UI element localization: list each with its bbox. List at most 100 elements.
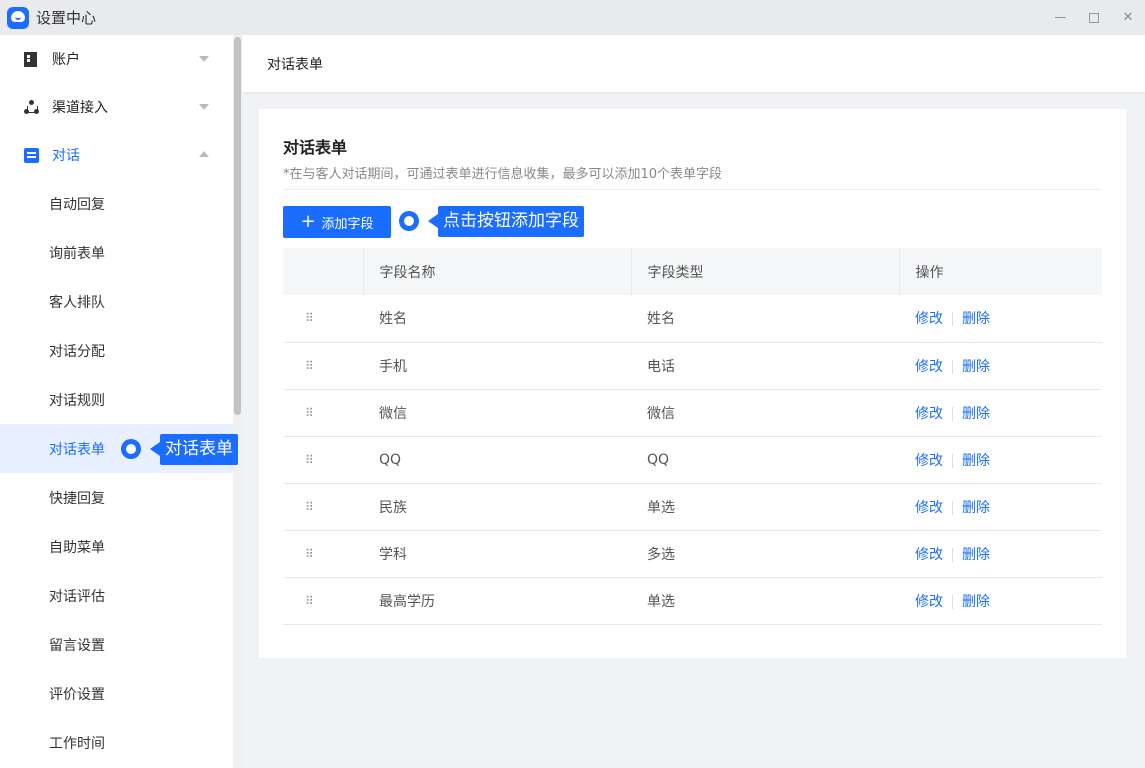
- add-field-label: 添加字段: [321, 216, 374, 232]
- window-controls: ✕: [1043, 0, 1145, 35]
- sidebar: 账户 渠道接入 对话 自动回复 询前表单 客人排队 对话分配 对话规则 对话表单…: [0, 35, 242, 768]
- plus-icon: +: [300, 211, 316, 232]
- drag-handle-icon[interactable]: ⠿: [283, 295, 363, 343]
- tip-marker-icon: [121, 439, 141, 459]
- field-type: 单选: [631, 483, 899, 531]
- drag-handle-icon[interactable]: ⠿: [283, 530, 363, 578]
- edit-link[interactable]: 修改: [915, 547, 943, 563]
- field-type: 姓名: [631, 295, 899, 343]
- row-actions: 修改 删除: [899, 483, 1102, 531]
- delete-link[interactable]: 删除: [962, 453, 990, 469]
- minimize-button[interactable]: [1043, 0, 1077, 35]
- field-name: QQ: [363, 436, 631, 484]
- sidebar-item-label: 对话规则: [49, 393, 105, 409]
- window-title: 设置中心: [36, 9, 97, 27]
- table-row: ⠿ QQ QQ 修改 删除: [283, 436, 1102, 484]
- action-separator: [952, 453, 953, 468]
- delete-link[interactable]: 删除: [962, 594, 990, 610]
- sidebar-group-chat[interactable]: 对话: [0, 131, 233, 179]
- maximize-icon: [1089, 12, 1099, 23]
- add-field-button[interactable]: + 添加字段: [283, 206, 391, 238]
- edit-link[interactable]: 修改: [915, 359, 943, 375]
- fields-table: 字段名称 字段类型 操作 ⠿ 姓名 姓名 修改 删除 ⠿ 手机 电话 修改 删除 ⠿…: [283, 248, 1102, 625]
- tip-marker-icon: [399, 211, 419, 231]
- sidebar-item-quick-reply[interactable]: 快捷回复: [0, 473, 233, 522]
- minimize-icon: [1054, 17, 1066, 18]
- sidebar-item-label: 客人排队: [49, 295, 105, 311]
- table-row: ⠿ 学科 多选 修改 删除: [283, 530, 1102, 578]
- table-row: ⠿ 姓名 姓名 修改 删除: [283, 295, 1102, 343]
- field-name: 微信: [363, 389, 631, 437]
- sidebar-item-label: 评价设置: [49, 687, 105, 703]
- sidebar-item-label: 对话评估: [49, 589, 105, 605]
- sidebar-item-message-settings[interactable]: 留言设置: [0, 620, 233, 669]
- table-header-row: 字段名称 字段类型 操作: [283, 248, 1102, 295]
- sidebar-item-pre-chat-form[interactable]: 询前表单: [0, 228, 233, 277]
- row-actions: 修改 删除: [899, 342, 1102, 390]
- action-separator: [952, 594, 953, 609]
- page-description: *在与客人对话期间，可通过表单进行信息收集，最多可以添加10个表单字段: [283, 167, 723, 182]
- chevron-down-icon: [199, 56, 209, 62]
- sidebar-item-queue[interactable]: 客人排队: [0, 277, 233, 326]
- sidebar-group-label: 对话: [52, 148, 80, 164]
- sidebar-item-work-hours[interactable]: 工作时间: [0, 718, 233, 767]
- field-name: 民族: [363, 483, 631, 531]
- field-name: 姓名: [363, 295, 631, 343]
- chat-icon: [24, 148, 39, 163]
- drag-handle-icon[interactable]: ⠿: [283, 483, 363, 531]
- sidebar-item-label: 快捷回复: [49, 491, 105, 507]
- form-card: 对话表单 *在与客人对话期间，可通过表单进行信息收集，最多可以添加10个表单字段…: [259, 109, 1126, 658]
- sidebar-item-self-service-menu[interactable]: 自助菜单: [0, 522, 233, 571]
- close-button[interactable]: ✕: [1111, 0, 1145, 35]
- edit-link[interactable]: 修改: [915, 311, 943, 327]
- action-separator: [952, 359, 953, 374]
- sidebar-item-auto-reply[interactable]: 自动回复: [0, 179, 233, 228]
- sidebar-item-label: 留言设置: [49, 638, 105, 654]
- sidebar-item-evaluation[interactable]: 对话评估: [0, 571, 233, 620]
- table-row: ⠿ 微信 微信 修改 删除: [283, 389, 1102, 437]
- network-icon: [24, 100, 39, 115]
- maximize-button[interactable]: [1077, 0, 1111, 35]
- divider: [283, 189, 1102, 190]
- delete-link[interactable]: 删除: [962, 311, 990, 327]
- app-logo-icon: [7, 6, 29, 29]
- sidebar-item-label: 工作时间: [49, 736, 105, 752]
- sidebar-item-rules[interactable]: 对话规则: [0, 375, 233, 424]
- edit-link[interactable]: 修改: [915, 500, 943, 516]
- delete-link[interactable]: 删除: [962, 547, 990, 563]
- field-type: 微信: [631, 389, 899, 437]
- table-row: ⠿ 最高学历 单选 修改 删除: [283, 577, 1102, 625]
- sidebar-group-account[interactable]: 账户: [0, 35, 233, 83]
- sidebar-scrollbar-thumb[interactable]: [234, 37, 241, 415]
- sidebar-item-rating-settings[interactable]: 评价设置: [0, 669, 233, 718]
- action-separator: [952, 500, 953, 515]
- edit-link[interactable]: 修改: [915, 453, 943, 469]
- delete-link[interactable]: 删除: [962, 359, 990, 375]
- sidebar-group-label: 账户: [52, 52, 80, 68]
- field-name: 学科: [363, 530, 631, 578]
- sidebar-tip: 对话表单: [150, 434, 238, 465]
- main-header: 对话表单: [242, 35, 1145, 92]
- delete-link[interactable]: 删除: [962, 500, 990, 516]
- sidebar-group-channel[interactable]: 渠道接入: [0, 83, 233, 131]
- sidebar-item-label: 询前表单: [49, 246, 105, 262]
- action-separator: [952, 406, 953, 421]
- row-actions: 修改 删除: [899, 436, 1102, 484]
- add-field-tip: 点击按钮添加字段: [428, 206, 584, 237]
- drag-handle-icon[interactable]: ⠿: [283, 342, 363, 390]
- column-header-actions: 操作: [899, 248, 1102, 295]
- drag-handle-icon[interactable]: ⠿: [283, 577, 363, 625]
- edit-link[interactable]: 修改: [915, 594, 943, 610]
- field-type: QQ: [631, 436, 899, 484]
- column-header-type: 字段类型: [631, 248, 900, 295]
- delete-link[interactable]: 删除: [962, 406, 990, 422]
- table-row: ⠿ 手机 电话 修改 删除: [283, 342, 1102, 390]
- drag-handle-icon[interactable]: ⠿: [283, 436, 363, 484]
- close-icon: ✕: [1122, 10, 1134, 25]
- row-actions: 修改 删除: [899, 530, 1102, 578]
- drag-handle-icon[interactable]: ⠿: [283, 389, 363, 437]
- sidebar-item-allocation[interactable]: 对话分配: [0, 326, 233, 375]
- table-row: ⠿ 民族 单选 修改 删除: [283, 483, 1102, 531]
- edit-link[interactable]: 修改: [915, 406, 943, 422]
- row-actions: 修改 删除: [899, 577, 1102, 625]
